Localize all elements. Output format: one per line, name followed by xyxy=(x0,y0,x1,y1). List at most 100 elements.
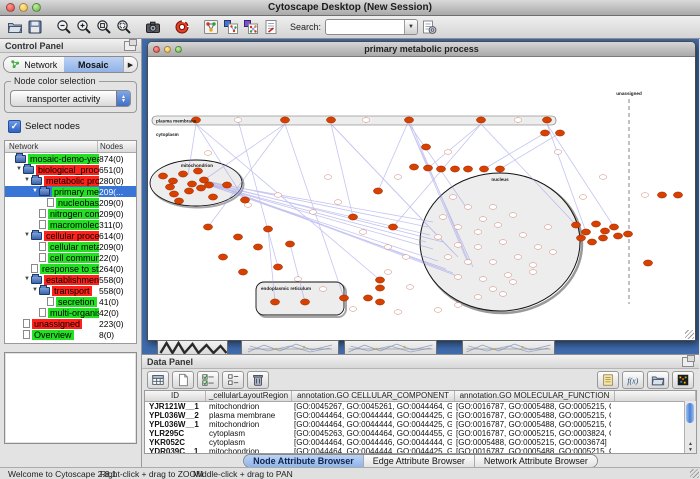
help-plugins-icon[interactable] xyxy=(172,18,192,37)
white-node[interactable] xyxy=(504,273,512,278)
orange-node[interactable] xyxy=(174,198,183,204)
annotate-network-2-icon[interactable] xyxy=(241,18,261,37)
zoom-out-icon[interactable] xyxy=(54,18,74,37)
table-row[interactable]: YPL036W__2plasma membrane[GO:0044464, GO… xyxy=(145,411,696,420)
orange-node[interactable] xyxy=(240,197,249,203)
white-node[interactable] xyxy=(439,215,447,220)
tree-row[interactable]: ▼cellular process614(0) xyxy=(5,230,136,241)
white-node[interactable] xyxy=(549,250,557,255)
save-session-icon[interactable] xyxy=(25,18,45,37)
white-node[interactable] xyxy=(362,118,370,123)
tree-column-nodes[interactable]: Nodes xyxy=(98,141,136,152)
import-attributes-button[interactable] xyxy=(647,371,669,389)
tree-row[interactable]: secretion41(0) xyxy=(5,296,136,307)
orange-node[interactable] xyxy=(495,166,504,172)
tree-row[interactable]: mosaic-demo-yeast874(0) xyxy=(5,153,136,164)
tree-row[interactable]: cell communicat22(0) xyxy=(5,252,136,263)
node-color-dropdown[interactable]: transporter activity ▲▼ xyxy=(10,90,131,107)
orange-node[interactable] xyxy=(421,144,430,150)
birds-eye-view[interactable] xyxy=(4,352,137,444)
white-node[interactable] xyxy=(499,240,507,245)
window-resize-grip[interactable] xyxy=(685,330,694,339)
orange-node[interactable] xyxy=(581,229,590,235)
white-node[interactable] xyxy=(474,295,482,300)
scrollbar-thumb[interactable] xyxy=(686,403,694,423)
white-node[interactable] xyxy=(274,193,282,198)
white-node[interactable] xyxy=(394,175,402,180)
orange-node[interactable] xyxy=(540,130,549,136)
white-node[interactable] xyxy=(529,270,537,275)
expand-arrow-icon[interactable]: ▼ xyxy=(31,285,39,296)
white-node[interactable] xyxy=(434,308,442,313)
white-node[interactable] xyxy=(489,287,497,292)
tab-network-attribute-browser[interactable]: Network Attribute Browser xyxy=(474,455,597,467)
attribute-table-button[interactable] xyxy=(147,371,169,389)
tree-row[interactable]: ▼metabolic process280(0) xyxy=(5,175,136,186)
white-node[interactable] xyxy=(359,230,367,235)
attribute-notepad-button[interactable] xyxy=(597,371,619,389)
orange-node[interactable] xyxy=(203,224,212,230)
orange-node[interactable] xyxy=(576,235,585,241)
orange-node[interactable] xyxy=(409,164,418,170)
orange-node[interactable] xyxy=(280,117,289,123)
minimized-window-thumbnail[interactable] xyxy=(344,340,437,354)
white-node[interactable] xyxy=(479,277,487,282)
white-node[interactable] xyxy=(319,287,327,292)
float-panel-icon[interactable] xyxy=(124,41,136,51)
network-snapshot-icon[interactable] xyxy=(143,18,163,37)
edge[interactable] xyxy=(208,182,443,242)
open-session-icon[interactable] xyxy=(5,18,25,37)
layout-settings-icon[interactable] xyxy=(201,18,221,37)
orange-node[interactable] xyxy=(436,166,445,172)
select-attributes-button[interactable] xyxy=(197,371,219,389)
orange-node[interactable] xyxy=(348,214,357,220)
float-data-panel-icon[interactable] xyxy=(682,357,694,367)
orange-node[interactable] xyxy=(253,244,262,250)
table-row[interactable]: YLR295Ccytoplasm[GO:0045263, GO:0044464,… xyxy=(145,429,696,438)
orange-node[interactable] xyxy=(326,117,335,123)
edge[interactable] xyxy=(378,120,409,191)
orange-node[interactable] xyxy=(222,182,231,188)
tree-row[interactable]: ▼establishment of lo558(0) xyxy=(5,274,136,285)
vizmapper-icon[interactable] xyxy=(261,18,281,37)
tab-edge-attribute-browser[interactable]: Edge Attribute Browser xyxy=(363,455,474,467)
tree-row[interactable]: multi-organism pro42(0) xyxy=(5,307,136,318)
white-node[interactable] xyxy=(384,245,392,250)
white-node[interactable] xyxy=(494,223,502,228)
orange-node[interactable] xyxy=(657,192,666,198)
minimized-window-thumbnail[interactable] xyxy=(241,340,339,354)
white-node[interactable] xyxy=(599,175,607,180)
orange-node[interactable] xyxy=(204,182,213,188)
zoom-in-icon[interactable] xyxy=(74,18,94,37)
expand-arrow-icon[interactable]: ▼ xyxy=(15,164,23,175)
orange-node[interactable] xyxy=(263,226,272,232)
orange-node[interactable] xyxy=(479,166,488,172)
zoom-selected-icon[interactable] xyxy=(114,18,134,37)
white-node[interactable] xyxy=(402,255,410,260)
table-column-header[interactable]: annotation.GO MOLECULAR_FUNCTION xyxy=(455,391,615,401)
white-node[interactable] xyxy=(514,255,522,260)
orange-node[interactable] xyxy=(600,228,609,234)
tree-column-network[interactable]: Network xyxy=(5,141,98,152)
white-node[interactable] xyxy=(444,150,452,155)
white-node[interactable] xyxy=(449,195,457,200)
white-node[interactable] xyxy=(514,118,522,123)
tab-network[interactable]: Network xyxy=(4,57,64,72)
tree-row[interactable]: cellular metabol209(0) xyxy=(5,241,136,252)
white-node[interactable] xyxy=(641,193,649,198)
zoom-button[interactable] xyxy=(32,3,41,12)
white-node[interactable] xyxy=(544,225,552,230)
tab-node-attribute-browser[interactable]: Node Attribute Browser xyxy=(244,455,363,467)
orange-node[interactable] xyxy=(193,168,202,174)
orange-node[interactable] xyxy=(388,224,397,230)
table-scrollbar[interactable]: ▲▼ xyxy=(684,401,696,453)
orange-node[interactable] xyxy=(613,233,622,239)
network-minimize-button[interactable] xyxy=(164,46,171,53)
orange-node[interactable] xyxy=(571,222,580,228)
orange-node[interactable] xyxy=(339,295,348,301)
white-node[interactable] xyxy=(509,213,517,218)
tree-row[interactable]: nitrogen compo209(0) xyxy=(5,208,136,219)
search-options-icon[interactable] xyxy=(419,18,439,37)
table-row[interactable]: YKR052Ccytoplasm[GO:0044464, GO:0044446,… xyxy=(145,438,696,447)
orange-node[interactable] xyxy=(673,192,682,198)
